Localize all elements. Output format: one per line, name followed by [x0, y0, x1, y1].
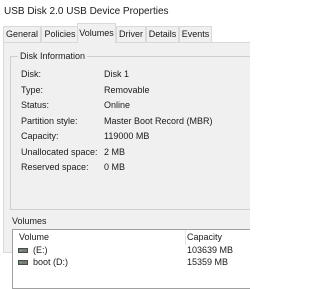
capacity-label: Capacity:	[21, 131, 59, 141]
status-label: Status:	[21, 100, 50, 110]
reserved-space-value: 0 MB	[104, 162, 126, 172]
partition-style-value: Master Boot Record (MBR)	[104, 116, 213, 126]
tab-policies[interactable]: Policies	[41, 26, 79, 42]
disk-label: Disk:	[21, 69, 41, 79]
volumes-section-title: Volumes	[12, 216, 47, 226]
capacity-value: 119000 MB	[104, 131, 150, 141]
drive-icon	[18, 260, 28, 265]
volume-capacity: 15359 MB	[187, 257, 229, 267]
partition-style-label: Partition style:	[21, 116, 78, 126]
column-header-capacity[interactable]: Capacity	[187, 230, 222, 245]
type-value: Removable	[104, 85, 150, 95]
volumes-list[interactable]: Volume Capacity (E:) 103639 MB boot (D:)…	[12, 229, 250, 289]
volume-name: (E:)	[33, 245, 48, 255]
tab-details[interactable]: Details	[146, 26, 179, 42]
title-bar: USB Disk 2.0 USB Device Properties	[0, 0, 250, 23]
disk-value: Disk 1	[104, 69, 130, 79]
unallocated-space-label: Unallocated space:	[21, 147, 98, 157]
volume-capacity: 103639 MB	[187, 245, 234, 255]
disk-information-title: Disk Information	[18, 51, 88, 61]
column-divider[interactable]	[185, 230, 186, 245]
unallocated-space-value: 2 MB	[104, 147, 126, 157]
reserved-space-label: Reserved space:	[21, 162, 89, 172]
volume-row[interactable]: (E:) 103639 MB	[13, 245, 250, 257]
window-title: USB Disk 2.0 USB Device Properties	[4, 6, 169, 17]
column-header-volume[interactable]: Volume	[19, 230, 49, 245]
tab-general[interactable]: General	[3, 26, 41, 42]
volume-row[interactable]: boot (D:) 15359 MB	[13, 257, 250, 269]
tab-events[interactable]: Events	[179, 26, 212, 42]
tab-strip: General Policies Volumes Driver Details …	[0, 23, 250, 43]
status-value: Online	[104, 100, 131, 110]
volume-name: boot (D:)	[33, 257, 69, 267]
drive-icon	[18, 248, 28, 253]
tab-volumes[interactable]: Volumes	[77, 23, 116, 43]
type-label: Type:	[21, 85, 44, 95]
tab-driver[interactable]: Driver	[116, 26, 146, 42]
